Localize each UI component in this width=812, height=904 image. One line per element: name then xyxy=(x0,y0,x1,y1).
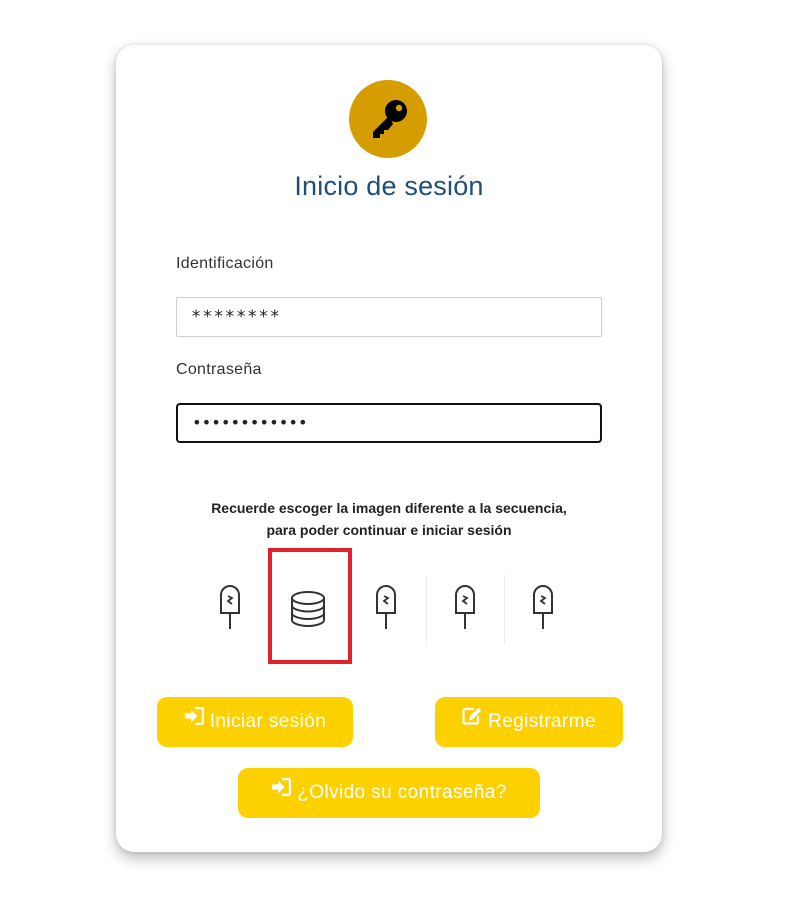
forgot-password-button[interactable]: ¿Olvido su contraseña? xyxy=(238,768,540,818)
login-card: Inicio de sesión Identificación ********… xyxy=(116,45,662,852)
captcha-option-4[interactable] xyxy=(426,575,505,645)
popsicle-icon xyxy=(533,585,553,629)
captcha-image-row xyxy=(192,575,582,645)
key-icon xyxy=(373,100,407,138)
login-button[interactable]: Iniciar sesión xyxy=(157,697,353,747)
forgot-password-button-label: ¿Olvido su contraseña? xyxy=(297,782,507,804)
sign-in-icon xyxy=(271,766,292,816)
captcha-option-5[interactable] xyxy=(504,575,583,645)
coin-stack-icon xyxy=(291,591,325,627)
popsicle-icon xyxy=(455,585,475,629)
captcha-option-3[interactable] xyxy=(348,575,426,645)
captcha-hint-line-1: Recuerde escoger la imagen diferente a l… xyxy=(211,500,567,516)
identification-input[interactable]: ******** xyxy=(176,297,602,337)
sign-in-icon xyxy=(184,695,204,745)
captcha-option-2[interactable] xyxy=(270,575,348,645)
login-button-label: Iniciar sesión xyxy=(209,711,327,733)
popsicle-icon xyxy=(220,585,240,629)
popsicle-icon xyxy=(376,585,396,629)
page-title: Inicio de sesión xyxy=(294,171,484,201)
identification-label: Identificación xyxy=(176,255,274,272)
captcha-option-1[interactable] xyxy=(192,575,270,645)
password-input[interactable]: •••••••••••• xyxy=(176,403,602,443)
captcha-hint-line-2: para poder continuar e iniciar sesión xyxy=(266,522,512,538)
register-button-label: Registrarme xyxy=(488,711,596,733)
login-logo xyxy=(349,80,427,158)
captcha-hint: Recuerde escoger la imagen diferente a l… xyxy=(156,497,622,541)
register-button[interactable]: Registrarme xyxy=(435,697,623,747)
edit-icon xyxy=(462,695,482,745)
password-label: Contraseña xyxy=(176,361,262,378)
